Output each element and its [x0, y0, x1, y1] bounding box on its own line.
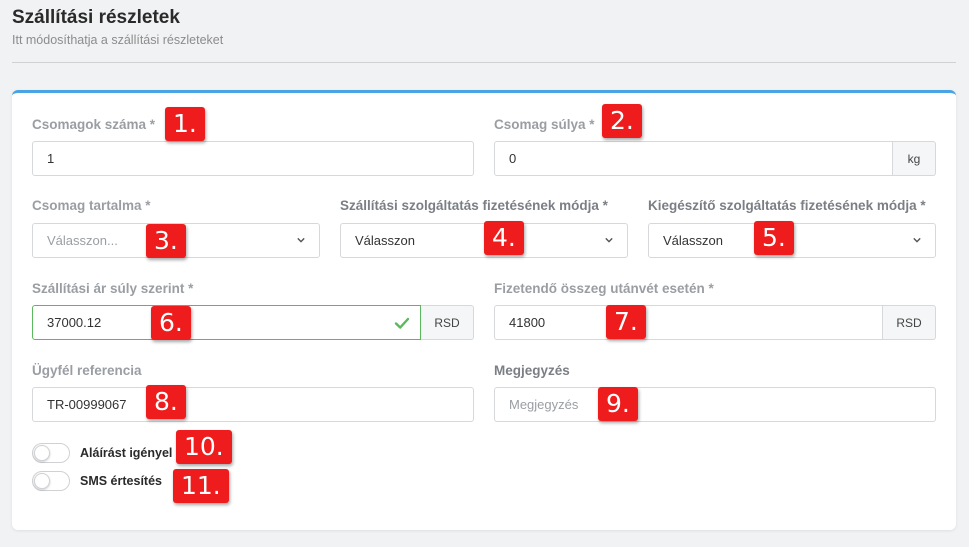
annotation-badge-8: 8. [146, 385, 186, 419]
signature-toggle[interactable] [32, 443, 70, 463]
package-count-input[interactable]: 1 [32, 141, 474, 176]
annotation-badge-5: 5. [754, 221, 794, 255]
package-weight-unit: kg [893, 141, 936, 176]
chevron-down-icon [297, 237, 305, 243]
cod-amount-input[interactable]: 41800 [494, 305, 883, 340]
shipping-price-value: 37000.12 [47, 315, 102, 330]
annotation-badge-2: 2. [602, 104, 642, 138]
check-icon [394, 317, 410, 329]
package-content-placeholder: Válasszon... [47, 233, 118, 248]
annotation-badge-10: 10. [176, 430, 232, 464]
package-weight-label: Csomag súlya * [494, 117, 595, 132]
extra-payment-value: Válasszon [663, 233, 723, 248]
note-input[interactable]: Megjegyzés [494, 387, 936, 422]
annotation-badge-3: 3. [146, 224, 186, 258]
chevron-down-icon [913, 237, 921, 243]
annotation-badge-6: 6. [151, 306, 191, 340]
shipping-price-input[interactable]: 37000.12 [32, 305, 421, 340]
header-divider [12, 62, 956, 63]
annotation-badge-11: 11. [173, 469, 229, 503]
chevron-down-icon [605, 237, 613, 243]
shipping-price-label: Szállítási ár súly szerint * [32, 281, 194, 296]
page-title: Szállítási részletek [12, 7, 180, 28]
shipping-payment-value: Válasszon [355, 233, 415, 248]
cod-amount-label: Fizetendő összeg utánvét esetén * [494, 281, 714, 296]
sms-toggle[interactable] [32, 471, 70, 491]
customer-reference-input[interactable]: TR-00999067 [32, 387, 474, 422]
toggle-knob [34, 473, 50, 489]
shipping-details-card: Csomagok száma * 1 Csomag súlya * 0 kg C… [12, 90, 956, 530]
cod-amount-unit: RSD [883, 305, 936, 340]
extra-payment-label: Kiegészítő szolgáltatás fizetésének módj… [648, 198, 926, 213]
shipping-payment-label: Szállítási szolgáltatás fizetésének módj… [340, 198, 608, 213]
page-header: Szállítási részletek Itt módosíthatja a … [12, 6, 956, 47]
package-count-label: Csomagok száma * [32, 117, 156, 132]
package-content-label: Csomag tartalma * [32, 198, 151, 213]
annotation-badge-9: 9. [598, 387, 638, 421]
sms-toggle-label: SMS értesítés [80, 474, 162, 488]
annotation-badge-1: 1. [165, 107, 205, 141]
page-subtitle: Itt módosíthatja a szállítási részleteke… [12, 33, 224, 47]
annotation-badge-7: 7. [606, 305, 646, 339]
package-weight-input[interactable]: 0 [494, 141, 893, 176]
toggle-knob [34, 445, 50, 461]
annotation-badge-4: 4. [484, 221, 524, 255]
shipping-price-unit: RSD [421, 305, 474, 340]
note-label: Megjegyzés [494, 363, 570, 378]
signature-toggle-label: Aláírást igényel [80, 446, 173, 460]
customer-reference-label: Ügyfél referencia [32, 363, 142, 378]
